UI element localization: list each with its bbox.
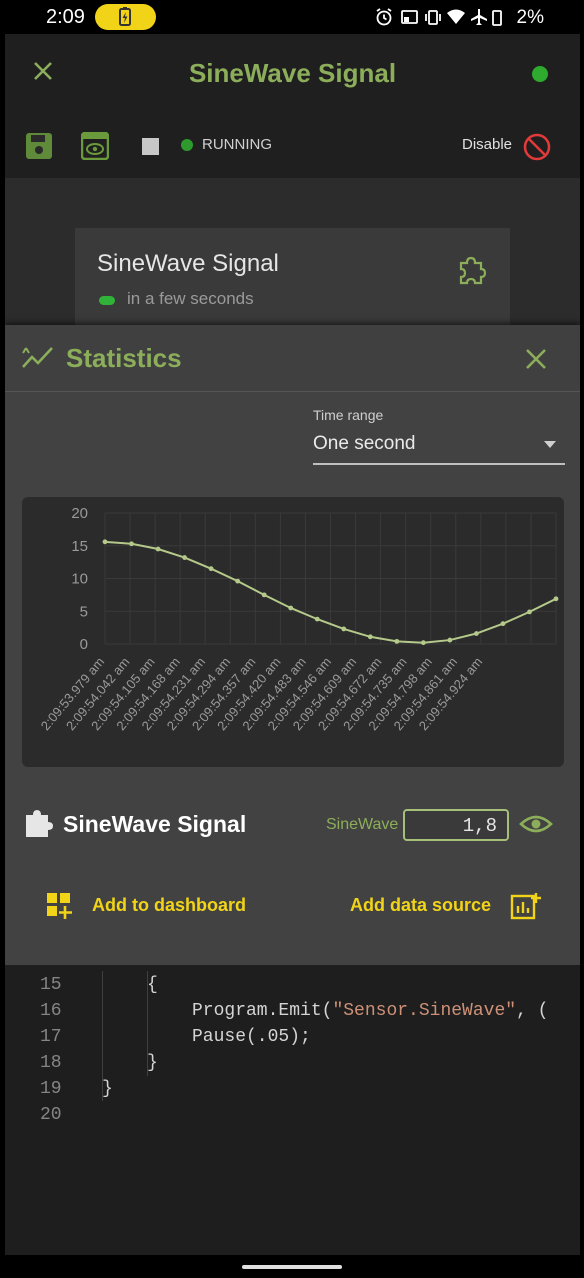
y-tick-label: 0: [80, 636, 88, 653]
add-to-dashboard-button[interactable]: Add to dashboard: [45, 890, 285, 920]
y-tick-label: 5: [80, 603, 88, 620]
data-point: [367, 634, 373, 640]
running-status-dot: [181, 139, 193, 151]
trending-icon: [22, 347, 53, 368]
line-chart: 051015202:09:53.979 am2:09:54.042 am2:09…: [38, 505, 559, 733]
node-subtitle: in a few seconds: [127, 289, 254, 308]
data-point: [500, 621, 506, 627]
node-status-pill: [99, 296, 115, 305]
code-editor[interactable]: 15 {16 Program.Emit("Sensor.SineWave", ( 17…: [5, 965, 580, 1255]
data-point: [235, 578, 241, 584]
home-gesture-handle[interactable]: [242, 1265, 342, 1269]
page-title: SineWave Signal: [188, 58, 397, 88]
data-point: [129, 541, 134, 547]
running-status-label: RUNNING: [202, 136, 272, 153]
battery-saver-pill: [95, 4, 156, 30]
time-range-underline: [313, 463, 565, 465]
data-point: [447, 637, 453, 643]
code-line: {: [147, 975, 158, 995]
time-range-select[interactable]: One second: [313, 433, 415, 455]
data-point: [182, 555, 187, 560]
code-line: Pause(.05);: [192, 1027, 311, 1047]
sinewave-value-box: 1,8: [403, 809, 509, 841]
data-point: [527, 609, 532, 615]
data-point: [394, 638, 400, 644]
data-point: [474, 631, 479, 636]
y-tick-label: 10: [71, 571, 88, 588]
cast-icon: [401, 10, 418, 24]
line-number: 17: [40, 1027, 62, 1047]
code-line: }: [147, 1053, 158, 1073]
airplane-icon: [471, 9, 487, 25]
navigation-bar: [0, 1255, 584, 1278]
string-literal: "Sensor.SineWave": [332, 1001, 517, 1021]
toolbar: RUNNING Disable: [5, 114, 580, 178]
battery-percent: 2%: [516, 7, 544, 28]
status-bar: 2:09 2%: [0, 0, 584, 34]
data-point: [420, 640, 426, 646]
node-title: SineWave Signal: [97, 250, 279, 277]
node-card[interactable]: SineWave Signal in a few seconds: [75, 228, 510, 328]
y-tick-label: 15: [71, 538, 88, 555]
close-statistics-icon[interactable]: [524, 347, 548, 371]
wifi-icon: [447, 9, 465, 24]
line-number: 19: [40, 1079, 62, 1099]
save-icon[interactable]: [25, 132, 53, 160]
line-number: 18: [40, 1053, 62, 1073]
data-point: [314, 616, 320, 622]
statistics-chart: 0 5 10 15 20 2:09:53.979 am 2:09:54.042 am 2:09…: [22, 497, 564, 767]
flow-canvas: SineWave Signal in a few seconds: [5, 178, 580, 328]
alarm-icon: [376, 8, 392, 26]
status-time: 2:09: [46, 6, 85, 28]
add-data-source-button[interactable]: Add data source: [350, 895, 491, 916]
signal-name: SineWave Signal: [63, 811, 247, 837]
vibrate-icon: [425, 10, 441, 25]
battery-icon: [492, 10, 502, 26]
code-line: }: [102, 1079, 113, 1099]
battery-charging-icon: [119, 7, 131, 26]
data-point: [155, 546, 161, 552]
sinewave-label: SineWave: [326, 816, 399, 833]
add-chart-icon[interactable]: [510, 891, 542, 921]
code-line: Program.Emit("Sensor.SineWave", (: [192, 1001, 549, 1021]
line-number: 15: [40, 975, 62, 995]
statistics-title: Statistics: [66, 343, 182, 373]
app-bar: SineWave Signal: [5, 34, 580, 114]
add-to-dashboard-label: Add to dashboard: [92, 895, 246, 915]
y-tick-label: 20: [71, 505, 88, 522]
status-icons: [376, 8, 502, 26]
line-number: 20: [40, 1105, 62, 1125]
visibility-icon[interactable]: [519, 812, 553, 836]
statistics-panel: Statistics Time range One second 0 5 10 15 2…: [5, 325, 580, 965]
line-number: 16: [40, 1001, 62, 1021]
connection-status-dot: [532, 66, 548, 82]
data-point: [261, 592, 267, 598]
disable-button[interactable]: Disable: [462, 136, 512, 153]
statistics-header: Statistics: [5, 325, 580, 392]
dashboard-add-icon: [47, 893, 72, 919]
time-range-label: Time range: [313, 407, 384, 423]
data-point: [341, 626, 347, 632]
data-point: [208, 566, 214, 572]
sinewave-value: 1,8: [462, 815, 497, 837]
data-point: [553, 596, 559, 602]
dropdown-arrow-icon[interactable]: [543, 439, 557, 449]
data-point: [288, 605, 294, 611]
puzzle-icon: [26, 810, 53, 837]
data-point: [102, 539, 108, 545]
stop-button[interactable]: [142, 138, 159, 155]
disable-icon[interactable]: [522, 132, 552, 162]
puzzle-icon: [459, 256, 487, 285]
preview-icon[interactable]: [81, 132, 109, 160]
